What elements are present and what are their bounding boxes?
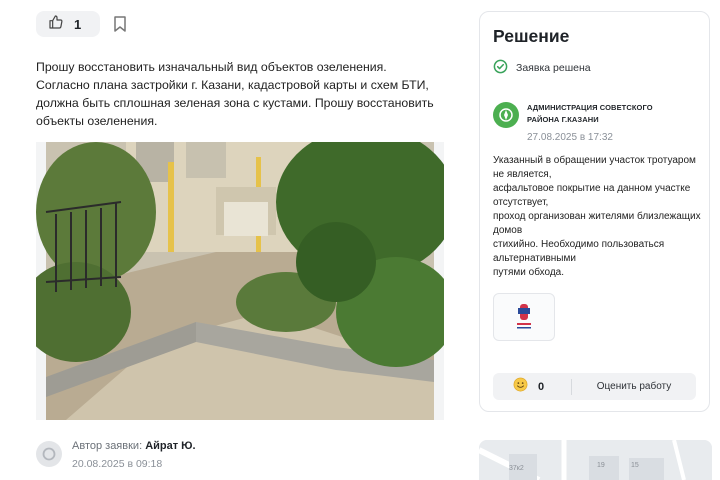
reaction-bar: 1	[36, 11, 128, 37]
author-block: Автор заявки: Айрат Ю. 20.08.2025 в 09:1…	[36, 438, 196, 472]
check-circle-icon	[493, 59, 508, 77]
org-block: АДМИНИСТРАЦИЯ СОВЕТСКОГО РАЙОНА Г.КАЗАНИ…	[493, 102, 687, 143]
thumbs-up-icon	[48, 14, 64, 35]
avatar	[36, 441, 62, 467]
issue-description: Прошу восстановить изначальный вид объек…	[36, 60, 434, 128]
org-logo-icon	[493, 102, 519, 128]
status-text: Заявка решена	[516, 62, 591, 74]
attachment-thumbnail[interactable]	[493, 293, 555, 341]
rating-bar: 0 Оценить работу	[493, 373, 696, 400]
solution-panel: Решение Заявка решена АДМИНИСТРАЦИЯ СОВЕ…	[479, 11, 710, 412]
map-label: 37к2	[509, 465, 524, 472]
solution-title: Решение	[493, 26, 570, 46]
bookmark-icon[interactable]	[112, 14, 128, 34]
issue-photo[interactable]	[36, 142, 444, 420]
map-label: 19	[597, 462, 605, 469]
author-label: Автор заявки:	[72, 440, 143, 452]
author-name: Айрат Ю.	[145, 440, 196, 452]
rating-count: 0	[538, 380, 545, 393]
like-count: 1	[74, 16, 82, 32]
rate-work-button[interactable]: Оценить работу	[572, 381, 696, 392]
solution-answer: Указанный в обращении участок тротуаром …	[493, 155, 701, 278]
rating-smiley-button[interactable]: 0	[493, 373, 571, 400]
org-name: АДМИНИСТРАЦИЯ СОВЕТСКОГО РАЙОНА Г.КАЗАНИ	[527, 103, 653, 124]
like-button[interactable]: 1	[36, 11, 100, 37]
map-label: 15	[631, 462, 639, 469]
map-preview[interactable]: 37к2 19 15	[479, 440, 712, 480]
org-date: 27.08.2025 в 17:32	[527, 132, 613, 143]
author-date: 20.08.2025 в 09:18	[72, 458, 163, 470]
smiley-icon	[513, 377, 528, 397]
issue-content: 1 Прошу восстановить изначальный вид объ…	[0, 0, 470, 480]
status-row: Заявка решена	[493, 59, 591, 77]
